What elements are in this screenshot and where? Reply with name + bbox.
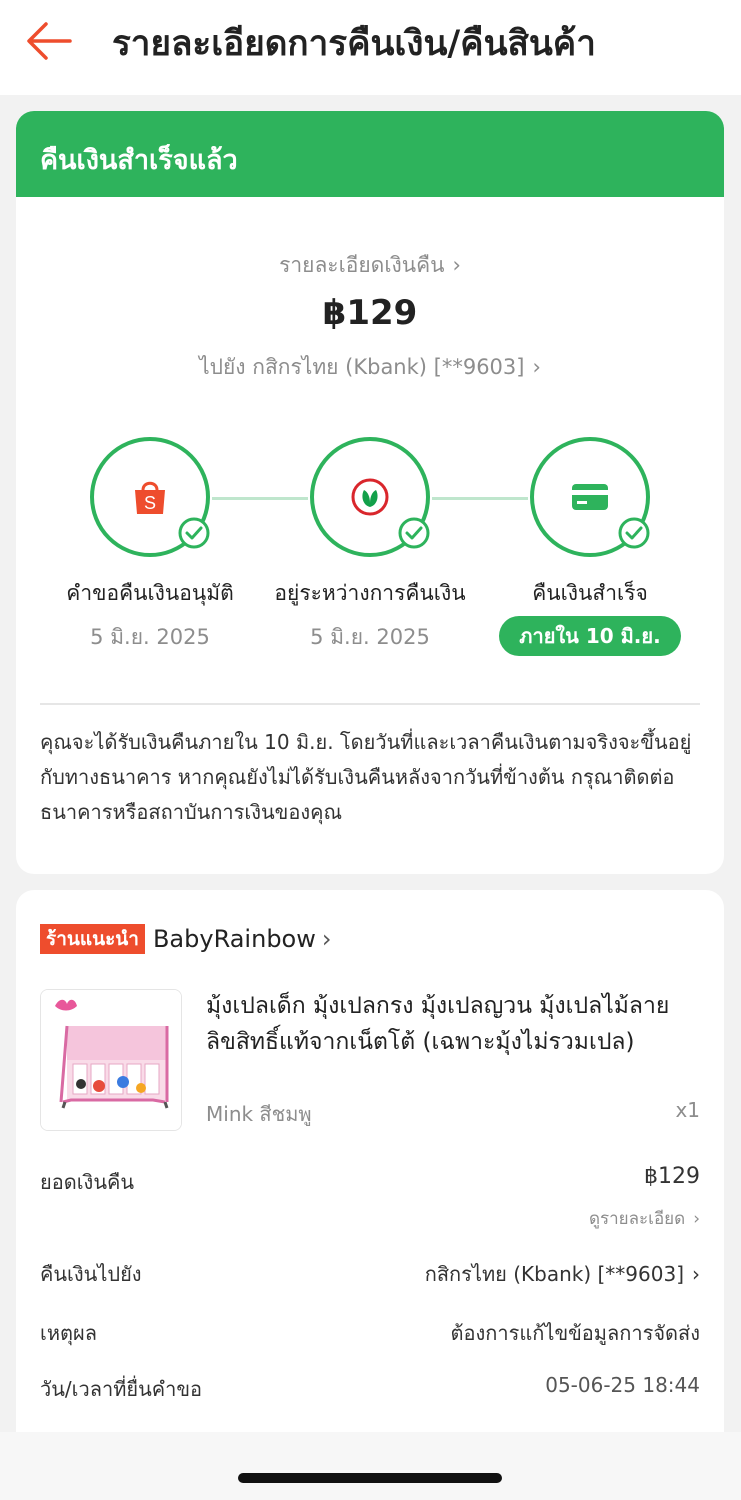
timeline-connector: [432, 497, 528, 500]
product-name[interactable]: มุ้งเปลเด็ก มุ้งเปลกรง มุ้งเปลญวน มุ้งเป…: [206, 988, 706, 1060]
chevron-right-icon: ›: [452, 253, 461, 277]
page-title: รายละเอียดการคืนเงิน/คืนสินค้า: [112, 24, 596, 64]
reason-value: ต้องการแก้ไขข้อมูลการจัดส่ง: [450, 1321, 700, 1345]
check-circle-icon: [618, 517, 650, 549]
view-detail-label: ดูรายละเอียด: [588, 1209, 686, 1229]
step-approved-circle: S: [90, 437, 210, 557]
card-icon: [572, 484, 608, 510]
request-time-label: วัน/เวลาที่ยื่นคำขอ: [40, 1377, 203, 1401]
refund-destination-link[interactable]: ไปยัง กสิกรไทย (Kbank) [**9603] ›: [16, 351, 724, 384]
status-banner: คืนเงินสำเร็จแล้ว: [16, 111, 724, 197]
arrow-left-icon: [27, 22, 72, 60]
chevron-right-icon: ›: [321, 925, 332, 953]
crib-net-image: [41, 990, 181, 1130]
product-quantity: x1: [675, 1098, 700, 1122]
refund-amount: ฿129: [322, 293, 418, 333]
shop-link[interactable]: ร้านแนะนำ BabyRainbow ›: [40, 924, 331, 956]
refund-notice: คุณจะได้รับเงินคืนภายใน 10 มิ.ย. โดยวันท…: [40, 730, 692, 824]
divider: [40, 703, 700, 705]
preferred-shop-badge: ร้านแนะนำ: [40, 924, 145, 954]
step-deadline-badge: ภายใน 10 มิ.ย.: [499, 616, 681, 656]
refund-detail-link[interactable]: รายละเอียดเงินคืน ›: [16, 249, 724, 282]
step-date: 5 มิ.ย. 2025: [90, 625, 210, 649]
refund-to-value: กสิกรไทย (Kbank) [**9603]: [424, 1262, 684, 1286]
step-processing-circle: [310, 437, 430, 557]
refund-destination-label: ไปยัง กสิกรไทย (Kbank) [**9603]: [199, 355, 525, 379]
chevron-right-icon: ›: [532, 355, 541, 379]
refund-detail-label: รายละเอียดเงินคืน: [279, 253, 445, 277]
product-variant: Mink สีชมพู: [206, 1102, 312, 1126]
refund-amount-value: ฿129: [644, 1164, 700, 1189]
step-date: 5 มิ.ย. 2025: [310, 625, 430, 649]
step-label: อยู่ระหว่างการคืนเงิน: [274, 581, 466, 605]
product-image[interactable]: [40, 989, 182, 1131]
chevron-right-icon: ›: [692, 1262, 700, 1286]
refund-amount-label: ยอดเงินคืน: [40, 1170, 135, 1194]
kbank-logo-icon: [351, 478, 389, 516]
refund-to-label: คืนเงินไปยัง: [40, 1262, 142, 1286]
refund-status-card: คืนเงินสำเร็จแล้ว รายละเอียดเงินคืน › ฿12…: [16, 111, 724, 874]
svg-text:S: S: [144, 493, 156, 513]
step-label: คำขอคืนเงินอนุมัติ: [66, 581, 234, 605]
reason-label: เหตุผล: [40, 1321, 97, 1345]
check-circle-icon: [398, 517, 430, 549]
bottom-safe-area: [0, 1432, 741, 1500]
back-button[interactable]: [22, 18, 74, 64]
refund-item-card: ร้านแนะนำ BabyRainbow › มุ้งเปลเด็ก มุ้งเป…: [16, 890, 724, 1450]
step-label: คืนเงินสำเร็จ: [532, 581, 648, 605]
request-time-value: 05-06-25 18:44: [545, 1373, 700, 1397]
home-indicator[interactable]: [238, 1473, 502, 1483]
shopee-bag-icon: S: [135, 481, 165, 514]
shop-name: BabyRainbow: [152, 925, 316, 953]
chevron-right-icon: ›: [693, 1209, 700, 1229]
refund-to-link[interactable]: กสิกรไทย (Kbank) [**9603] ›: [425, 1258, 700, 1290]
timeline-connector: [212, 497, 308, 500]
view-detail-link[interactable]: ดูรายละเอียด ›: [589, 1205, 700, 1232]
top-bar: รายละเอียดการคืนเงิน/คืนสินค้า: [0, 0, 741, 95]
step-complete-circle: [530, 437, 650, 557]
check-circle-icon: [178, 517, 210, 549]
